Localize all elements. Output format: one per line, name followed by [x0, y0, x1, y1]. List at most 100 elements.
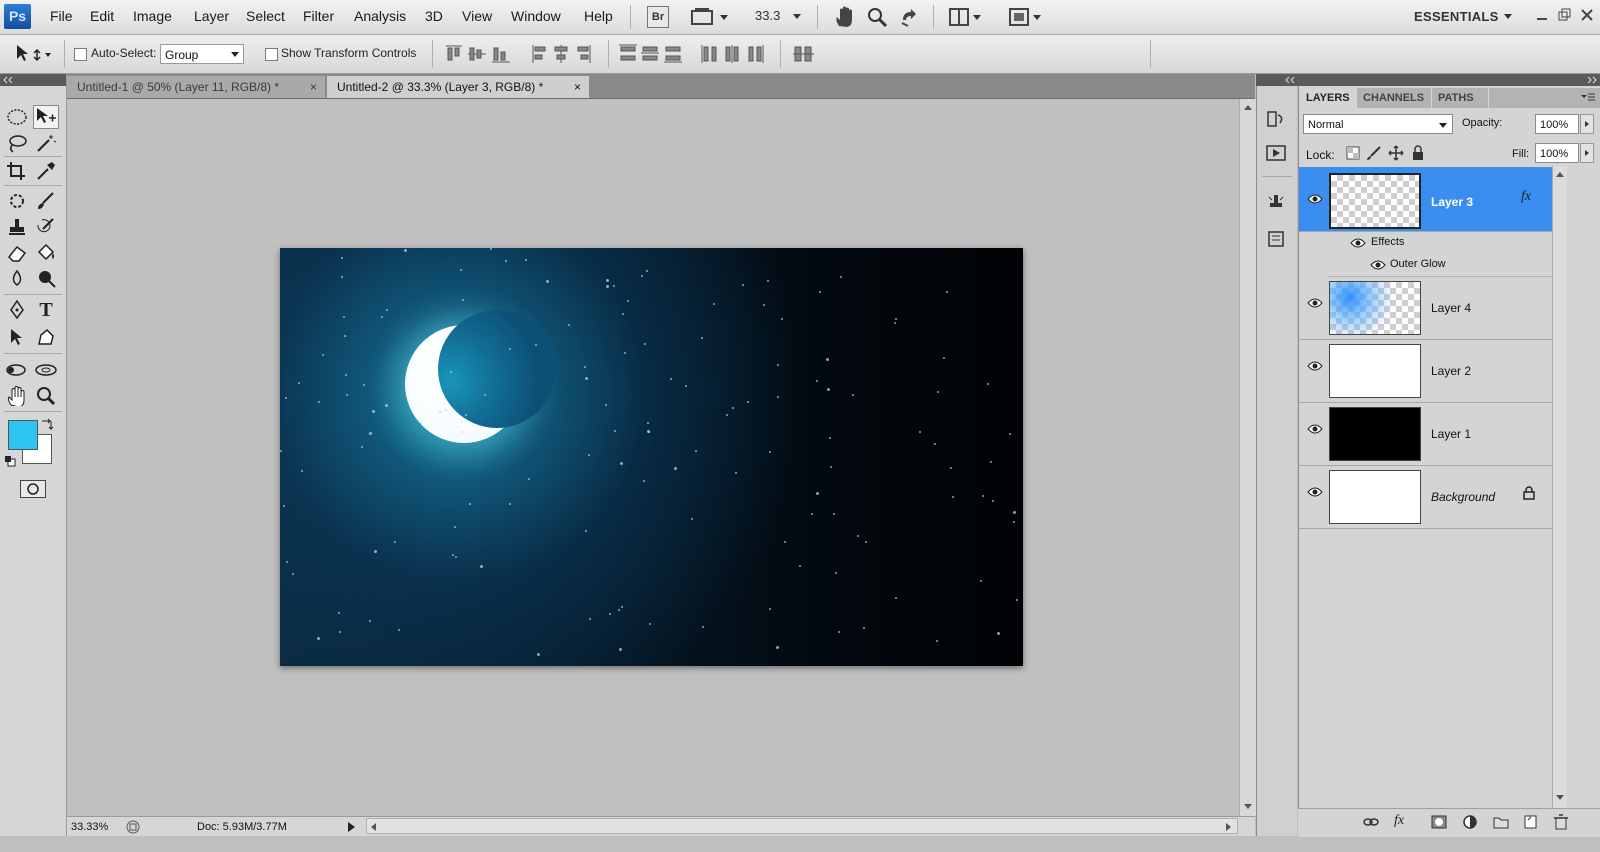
status-zoom[interactable]: 33.33%: [71, 821, 108, 833]
visibility-eye-icon[interactable]: [1307, 297, 1323, 309]
menu-image[interactable]: Image: [133, 8, 172, 24]
view-extras-button[interactable]: [690, 6, 730, 28]
add-mask-icon[interactable]: [1430, 814, 1448, 830]
workspace-switcher[interactable]: ESSENTIALS: [1414, 9, 1499, 24]
bridge-button[interactable]: Br: [647, 6, 669, 28]
status-info-icon[interactable]: [125, 819, 141, 835]
screen-mode-icon[interactable]: [1008, 6, 1044, 28]
healing-brush-tool[interactable]: [4, 189, 30, 213]
align-vertical-icons[interactable]: [444, 43, 514, 65]
path-selection-tool[interactable]: [4, 326, 30, 350]
menu-select[interactable]: Select: [246, 8, 285, 24]
3d-orbit-tool[interactable]: [33, 358, 59, 382]
layer-row-layer-3[interactable]: Layer 3 fx: [1299, 167, 1552, 232]
lock-all-icon[interactable]: [1411, 145, 1425, 161]
scroll-down-icon[interactable]: [1243, 803, 1253, 811]
zoom-level-select[interactable]: 33.3: [755, 8, 780, 30]
visibility-eye-icon[interactable]: [1307, 486, 1323, 498]
fill-input[interactable]: 100%: [1535, 143, 1579, 163]
lock-position-icon[interactable]: [1388, 145, 1404, 161]
menu-view[interactable]: View: [462, 8, 492, 24]
visibility-eye-icon[interactable]: [1307, 360, 1323, 372]
move-tool-icon[interactable]: [14, 43, 54, 65]
layer-row-layer-1[interactable]: Layer 1: [1299, 403, 1552, 466]
paint-bucket-tool[interactable]: [33, 241, 59, 265]
dodge-tool[interactable]: [33, 267, 59, 291]
menu-file[interactable]: File: [50, 8, 73, 24]
move-tool[interactable]: [33, 105, 59, 129]
collapse-icon[interactable]: [1284, 76, 1296, 84]
opacity-input[interactable]: 100%: [1535, 114, 1579, 134]
delete-layer-icon[interactable]: [1552, 814, 1570, 830]
new-layer-icon[interactable]: [1522, 814, 1540, 830]
status-menu-arrow-icon[interactable]: [347, 821, 357, 833]
visibility-eye-icon[interactable]: [1350, 237, 1366, 249]
tab-untitled-2[interactable]: Untitled-2 @ 33.3% (Layer 3, RGB/8) * ×: [327, 76, 589, 98]
tab-channels[interactable]: CHANNELS: [1357, 88, 1431, 108]
panel-menu-icon[interactable]: [1580, 93, 1596, 103]
clone-stamp-tool[interactable]: [4, 215, 30, 239]
history-brush-tool[interactable]: [33, 215, 59, 239]
pen-tool[interactable]: [4, 298, 30, 322]
arrange-documents-icon[interactable]: [948, 6, 984, 28]
magic-wand-tool[interactable]: [33, 131, 59, 155]
distribute-horizontal-icons[interactable]: [700, 43, 770, 65]
add-layer-style-icon[interactable]: fx: [1394, 813, 1404, 829]
layer-name[interactable]: Layer 2: [1431, 364, 1471, 378]
layer-name[interactable]: Layer 4: [1431, 301, 1471, 315]
adjustment-layer-icon[interactable]: [1461, 814, 1479, 830]
menu-help[interactable]: Help: [584, 8, 613, 24]
actions-panel-button[interactable]: [1264, 142, 1288, 164]
canvas-vertical-scrollbar[interactable]: [1239, 99, 1256, 816]
quick-mask-button[interactable]: [20, 480, 46, 498]
menu-3d[interactable]: 3D: [425, 8, 443, 24]
zoom-tool[interactable]: [33, 384, 59, 408]
rotate-view-icon[interactable]: [898, 6, 920, 28]
show-transform-checkbox[interactable]: [265, 48, 278, 61]
tab-layers[interactable]: LAYERS: [1300, 88, 1356, 108]
auto-align-icon[interactable]: [792, 43, 816, 65]
3d-rotate-tool[interactable]: [4, 358, 30, 382]
align-horizontal-icons[interactable]: [530, 43, 596, 65]
scroll-down-icon[interactable]: [1555, 794, 1565, 802]
layer-name[interactable]: Layer 3: [1431, 195, 1473, 209]
menu-analysis[interactable]: Analysis: [354, 8, 406, 24]
brush-tool[interactable]: [33, 189, 59, 213]
zoom-tool-icon[interactable]: [866, 6, 888, 28]
layer-effects-fx-icon[interactable]: fx: [1521, 189, 1531, 205]
hand-tool[interactable]: [4, 384, 30, 408]
document-canvas-image[interactable]: [280, 248, 1023, 666]
distribute-vertical-icons[interactable]: [618, 43, 688, 65]
menu-window[interactable]: Window: [511, 8, 561, 24]
layer-name[interactable]: Background: [1431, 490, 1495, 504]
visibility-eye-icon[interactable]: [1307, 193, 1323, 205]
lock-transparent-pixels-icon[interactable]: [1346, 146, 1360, 160]
tool-presets-panel-button[interactable]: [1264, 228, 1288, 250]
scroll-up-icon[interactable]: [1555, 170, 1565, 178]
layer-row-background[interactable]: Background: [1299, 466, 1552, 529]
fill-slider-button[interactable]: [1580, 143, 1594, 163]
menu-edit[interactable]: Edit: [90, 8, 114, 24]
tab-paths[interactable]: PATHS: [1432, 88, 1488, 108]
default-colors-icon[interactable]: [4, 455, 16, 467]
tab-untitled-1[interactable]: Untitled-1 @ 50% (Layer 11, RGB/8) * ×: [67, 76, 325, 98]
layer-row-layer-4[interactable]: Layer 4: [1299, 277, 1552, 340]
visibility-eye-icon[interactable]: [1307, 423, 1323, 435]
auto-select-checkbox[interactable]: [74, 48, 87, 61]
scroll-left-icon[interactable]: [369, 822, 377, 832]
custom-shape-tool[interactable]: [33, 326, 59, 350]
expand-icon[interactable]: [1586, 76, 1598, 84]
type-tool[interactable]: T: [33, 298, 59, 322]
link-layers-icon[interactable]: [1362, 814, 1380, 830]
eraser-tool[interactable]: [4, 241, 30, 265]
lock-image-pixels-icon[interactable]: [1366, 145, 1382, 161]
canvas-horizontal-scrollbar[interactable]: [366, 818, 1238, 834]
menu-layer[interactable]: Layer: [194, 8, 229, 24]
restore-icon[interactable]: [1558, 8, 1572, 22]
close-icon[interactable]: ×: [310, 76, 317, 98]
new-group-icon[interactable]: [1492, 814, 1510, 830]
scroll-up-icon[interactable]: [1243, 103, 1253, 111]
close-icon[interactable]: [1580, 8, 1594, 22]
layers-scrollbar[interactable]: [1552, 166, 1567, 808]
minimize-icon[interactable]: [1536, 10, 1548, 22]
